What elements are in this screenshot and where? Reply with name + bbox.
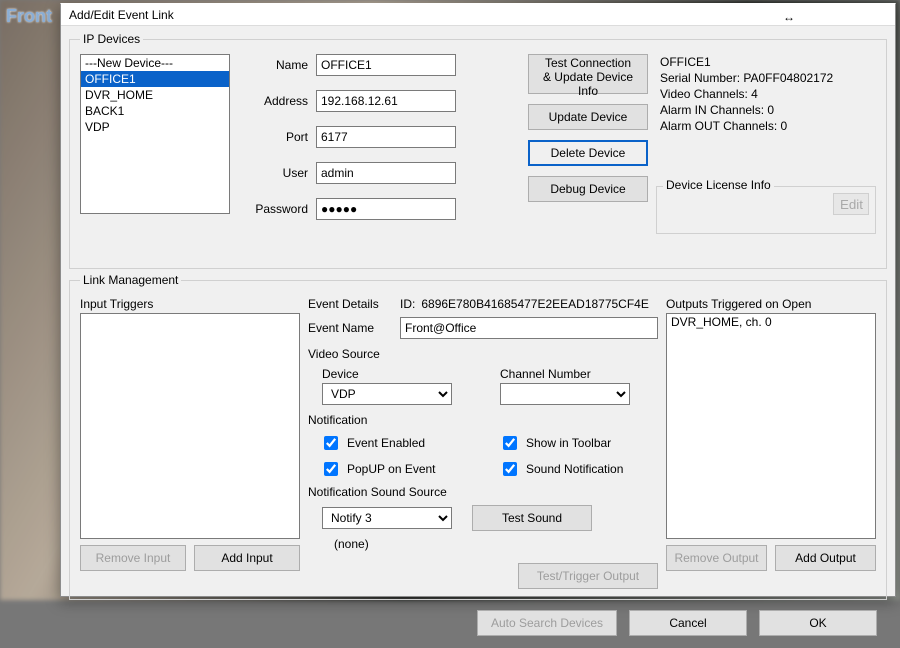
address-label: Address [238,94,308,108]
device-list[interactable]: ---New Device---OFFICE1DVR_HOMEBACK1VDP [80,54,230,214]
device-info-line: Serial Number: PA0FF04802172 [660,70,872,86]
event-details-col: Event Details ID: 6896E780B41685477E2EEA… [308,297,658,589]
event-link-dialog: Add/Edit Event Link ↔ IP Devices ---New … [60,3,896,597]
vs-channel-label: Channel Number [500,367,658,381]
vs-device-select[interactable]: VDP [322,383,452,405]
device-info-col: OFFICE1 Serial Number: PA0FF04802172Vide… [656,54,876,234]
device-list-item[interactable]: DVR_HOME [81,87,229,103]
device-info-title: OFFICE1 [660,54,872,70]
user-label: User [238,166,308,180]
resize-horizontal-icon[interactable]: ↔ [783,6,795,28]
dialog-button-row: Auto Search Devices Cancel OK [69,604,887,644]
event-enabled-check[interactable]: Event Enabled [320,433,479,453]
outputs-col: Outputs Triggered on Open DVR_HOME, ch. … [666,297,876,589]
show-toolbar-check[interactable]: Show in Toolbar [499,433,658,453]
input-triggers-list[interactable] [80,313,300,539]
popup-checkbox[interactable] [324,462,338,476]
device-info-line: Video Channels: 4 [660,86,872,102]
test-sound-button[interactable]: Test Sound [472,505,592,531]
event-id-label: ID: [400,297,415,311]
notification-label: Notification [308,413,658,427]
device-license-group: Device License Info Edit [656,186,876,234]
background-tab-label: Front [6,6,52,27]
event-details-label: Event Details [308,297,394,311]
test-trigger-output-button[interactable]: Test/Trigger Output [518,563,658,589]
input-triggers-label: Input Triggers [80,297,300,311]
input-triggers-col: Input Triggers Remove Input Add Input [80,297,300,589]
device-info-lines: Serial Number: PA0FF04802172Video Channe… [660,70,872,134]
vs-channel-select[interactable] [500,383,630,405]
sound-check[interactable]: Sound Notification [499,459,658,479]
name-input[interactable] [316,54,456,76]
device-list-item[interactable]: VDP [81,119,229,135]
device-form: Name Address Port User [238,54,520,220]
device-license-legend: Device License Info [663,178,774,192]
address-input[interactable] [316,90,456,112]
event-name-input[interactable] [400,317,658,339]
password-input[interactable] [316,198,456,220]
ok-button[interactable]: OK [759,610,877,636]
link-management-legend: Link Management [80,273,181,287]
ip-devices-group: IP Devices ---New Device---OFFICE1DVR_HO… [69,32,887,269]
notif-none-label: (none) [334,537,658,551]
ip-devices-legend: IP Devices [80,32,143,46]
device-list-item[interactable]: BACK1 [81,103,229,119]
update-device-button[interactable]: Update Device [528,104,648,130]
device-list-item[interactable]: ---New Device--- [81,55,229,71]
outputs-list[interactable]: DVR_HOME, ch. 0 [666,313,876,539]
test-connection-button[interactable]: Test Connection & Update Device Info [528,54,648,94]
add-input-button[interactable]: Add Input [194,545,300,571]
device-actions: Test Connection & Update Device Info Upd… [528,54,648,202]
device-info-line: Alarm IN Channels: 0 [660,102,872,118]
dialog-title: Add/Edit Event Link [69,8,174,22]
device-info-line: Alarm OUT Channels: 0 [660,118,872,134]
device-list-item[interactable]: OFFICE1 [81,71,229,87]
event-enabled-checkbox[interactable] [324,436,338,450]
edit-license-button[interactable]: Edit [833,193,869,215]
dialog-titlebar[interactable]: Add/Edit Event Link ↔ [61,4,895,26]
remove-input-button[interactable]: Remove Input [80,545,186,571]
add-output-button[interactable]: Add Output [775,545,876,571]
output-list-item[interactable]: DVR_HOME, ch. 0 [667,314,875,330]
password-label: Password [238,202,308,216]
outputs-label: Outputs Triggered on Open [666,297,876,311]
show-toolbar-checkbox[interactable] [503,436,517,450]
notif-sound-select[interactable]: Notify 3 [322,507,452,529]
debug-device-button[interactable]: Debug Device [528,176,648,202]
name-label: Name [238,58,308,72]
remove-output-button[interactable]: Remove Output [666,545,767,571]
cancel-button[interactable]: Cancel [629,610,747,636]
port-label: Port [238,130,308,144]
user-input[interactable] [316,162,456,184]
auto-search-button[interactable]: Auto Search Devices [477,610,617,636]
event-id: 6896E780B41685477E2EEAD18775CF4E [421,297,649,311]
vs-device-label: Device [322,367,480,381]
link-management-group: Link Management Input Triggers Remove In… [69,273,887,600]
port-input[interactable] [316,126,456,148]
sound-checkbox[interactable] [503,462,517,476]
video-source-label: Video Source [308,347,658,361]
popup-check[interactable]: PopUP on Event [320,459,479,479]
delete-device-button[interactable]: Delete Device [528,140,648,166]
event-name-label: Event Name [308,321,394,335]
notif-sound-source-label: Notification Sound Source [308,485,658,499]
